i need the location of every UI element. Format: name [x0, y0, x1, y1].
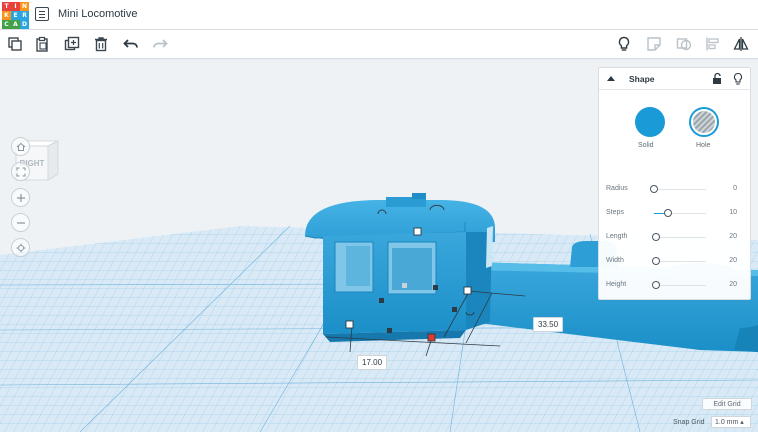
paste-icon[interactable]: [33, 35, 51, 53]
logo-letter: A: [11, 20, 20, 29]
logo-letter: N: [20, 2, 29, 11]
prop-value-width[interactable]: 20: [729, 257, 737, 264]
prop-value-steps[interactable]: 10: [729, 209, 737, 216]
perspective-icon[interactable]: [11, 238, 30, 257]
inspector-header: Shape: [599, 68, 750, 90]
slider-knob[interactable]: [652, 257, 661, 265]
prop-label-height: Height: [606, 281, 627, 288]
solid-option[interactable]: [635, 107, 665, 137]
edit-toolbar: [0, 30, 758, 59]
tinkercad-logo[interactable]: TINKERCAD: [2, 2, 29, 29]
logo-letter: C: [2, 20, 11, 29]
slider-knob[interactable]: [650, 185, 658, 193]
prop-label-length: Length: [606, 233, 628, 240]
inspector-title: Shape: [629, 74, 655, 84]
prop-value-height[interactable]: 20: [729, 281, 737, 288]
edit-grid-button[interactable]: Edit Grid: [702, 398, 752, 410]
design-list-icon[interactable]: [35, 7, 49, 21]
logo-letter: K: [2, 11, 11, 20]
hole-option[interactable]: [689, 107, 719, 137]
group-icon[interactable]: [675, 35, 693, 53]
slider-knob[interactable]: [652, 281, 661, 289]
home-view-icon[interactable]: [11, 137, 30, 156]
align-icon[interactable]: [704, 35, 722, 53]
redo-icon[interactable]: [151, 35, 169, 53]
prop-label-radius: Radius: [606, 185, 628, 192]
prop-label-steps: Steps: [606, 209, 624, 216]
width-dimension-input[interactable]: 17.00: [357, 355, 388, 370]
duplicate-icon[interactable]: [63, 35, 81, 53]
zoom-in-icon[interactable]: [11, 188, 30, 207]
prop-value-radius[interactable]: 0: [733, 185, 737, 192]
logo-letter: R: [20, 11, 29, 20]
top-bar: TINKERCAD Mini Locomotive: [0, 0, 758, 30]
fit-view-icon[interactable]: [11, 162, 30, 181]
slider-knob[interactable]: [652, 233, 661, 241]
prop-label-width: Width: [606, 257, 624, 264]
solid-label: Solid: [638, 142, 654, 149]
prop-slider-width[interactable]: [652, 257, 706, 265]
shape-inspector: Shape Solid Hole Radius 0 Steps 10 Length 20 W…: [598, 67, 751, 300]
logo-letter: E: [11, 11, 20, 20]
copy-icon[interactable]: [6, 35, 24, 53]
logo-letter: D: [20, 20, 29, 29]
prop-slider-radius[interactable]: [650, 185, 706, 193]
prop-value-length[interactable]: 20: [729, 233, 737, 240]
light-bulb-icon[interactable]: [732, 72, 744, 86]
cab-shape[interactable]: [304, 193, 495, 342]
logo-letter: T: [2, 2, 11, 11]
snap-grid-select[interactable]: 1.0 mm ▴: [711, 416, 751, 428]
undo-icon[interactable]: [122, 35, 140, 53]
prop-slider-height[interactable]: [652, 281, 706, 289]
length-dimension-input[interactable]: 33.50: [533, 317, 564, 332]
collapse-icon[interactable]: [607, 76, 615, 81]
hole-label: Hole: [696, 142, 711, 149]
logo-letter: I: [11, 2, 20, 11]
lock-icon[interactable]: [711, 72, 723, 86]
delete-icon[interactable]: [92, 35, 110, 53]
prop-slider-steps[interactable]: [654, 209, 706, 217]
snap-grid-label: Snap Grid: [673, 419, 705, 426]
lightbulb-icon[interactable]: [615, 35, 633, 53]
mirror-icon[interactable]: [732, 35, 750, 53]
note-icon[interactable]: [645, 35, 663, 53]
slider-knob[interactable]: [664, 209, 673, 217]
prop-slider-length[interactable]: [652, 233, 706, 241]
zoom-out-icon[interactable]: [11, 213, 30, 232]
project-title[interactable]: Mini Locomotive: [58, 8, 137, 20]
